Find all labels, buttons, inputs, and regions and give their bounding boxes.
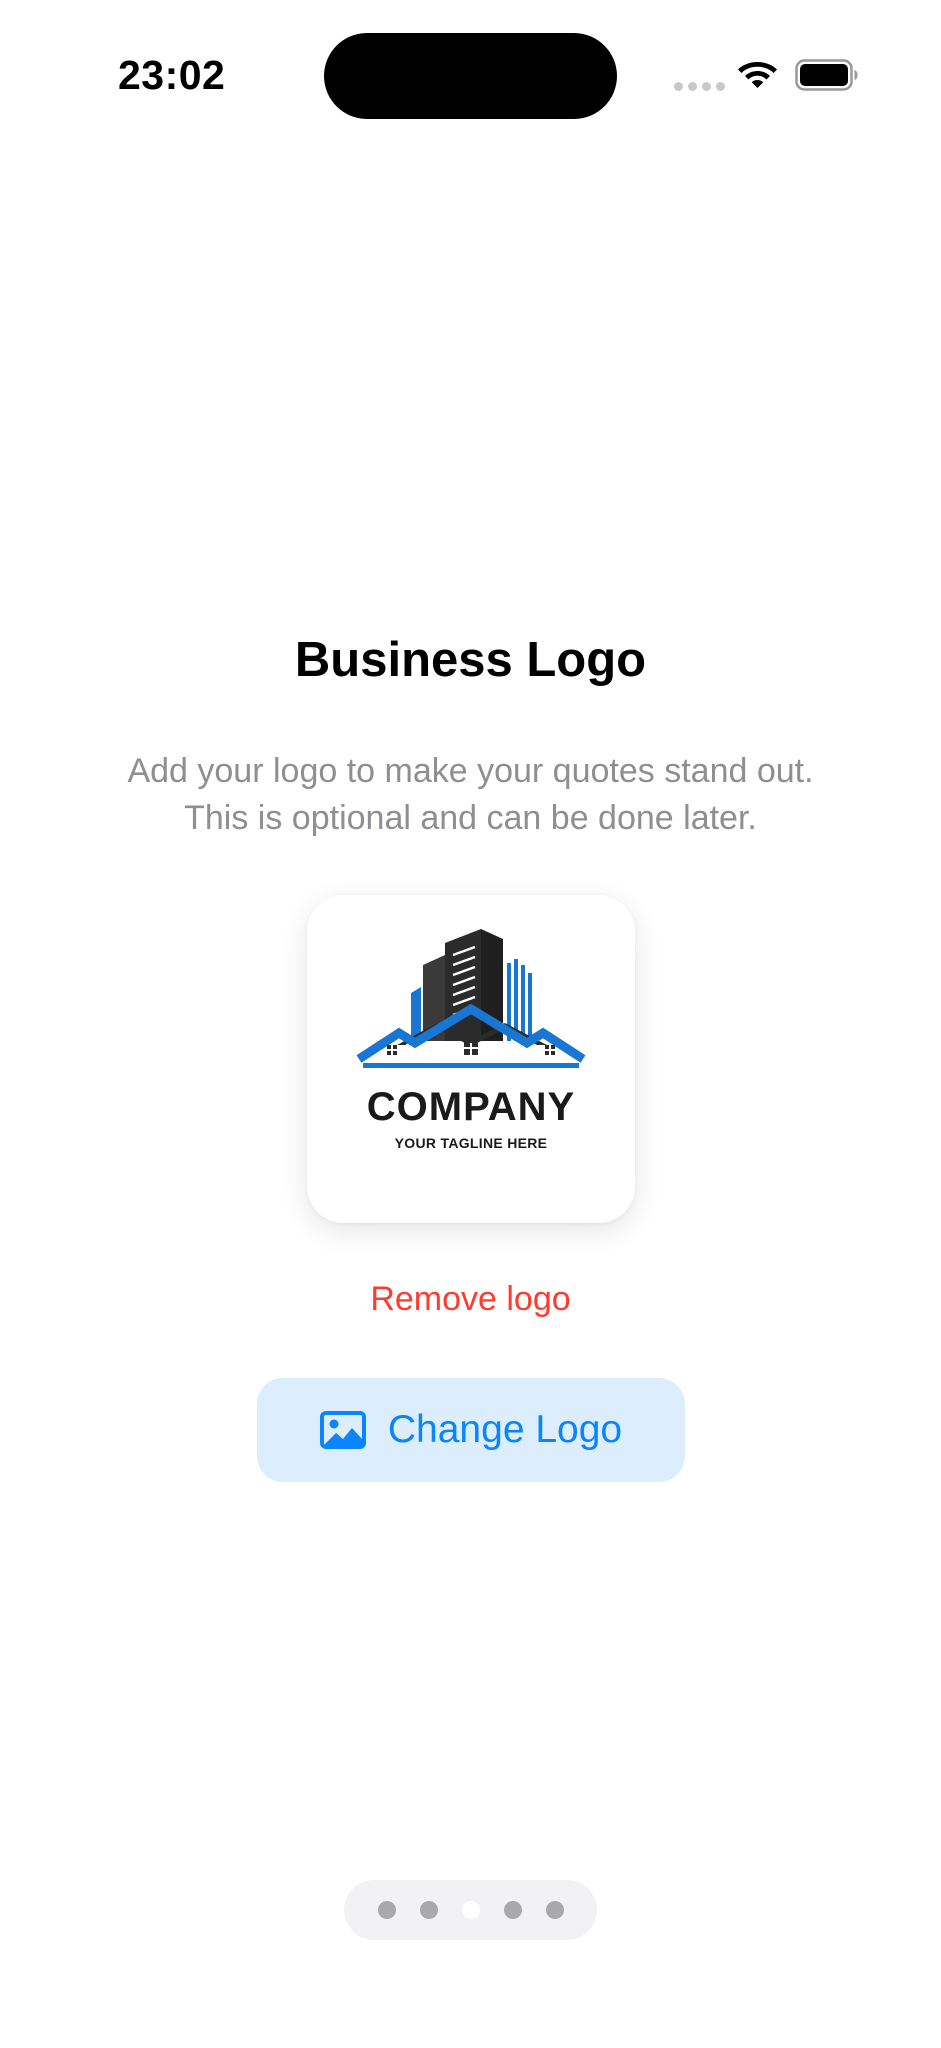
dynamic-island [324, 33, 617, 119]
page-dot-2[interactable] [419, 1901, 438, 1919]
page-dot-1[interactable] [377, 1901, 396, 1919]
wifi-icon [738, 62, 777, 88]
logo-tagline: YOUR TAGLINE HERE [394, 1135, 548, 1151]
change-logo-button[interactable]: Change Logo [257, 1378, 685, 1482]
remove-logo-button[interactable]: Remove logo [0, 1280, 941, 1319]
logo-preview-card: COMPANY YOUR TAGLINE HERE [307, 895, 635, 1223]
status-time: 23:02 [118, 52, 226, 98]
change-logo-label: Change Logo [387, 1408, 623, 1451]
page-subtitle: Add your logo to make your quotes stand … [127, 752, 814, 837]
page-title: Business Logo [294, 633, 647, 687]
page-dot-5[interactable] [545, 1901, 564, 1919]
battery-icon [795, 59, 858, 91]
page-dot-4[interactable] [503, 1901, 522, 1919]
company-logo-graphic [356, 929, 586, 1068]
page-dot-3[interactable] [461, 1901, 480, 1919]
cellular-signal-icon [674, 82, 725, 91]
logo-wordmark: COMPANY [366, 1085, 576, 1129]
page-indicator[interactable] [344, 1880, 597, 1940]
photo-icon [319, 1411, 366, 1449]
